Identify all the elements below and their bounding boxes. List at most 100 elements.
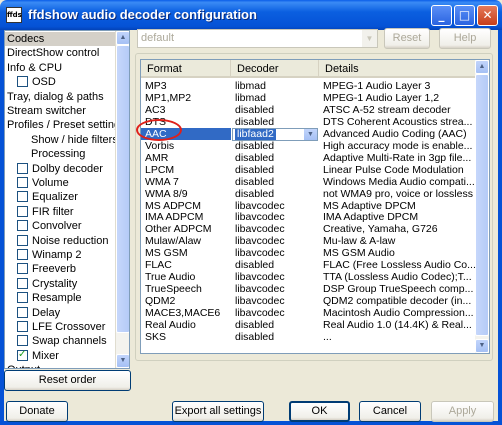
tree-item[interactable]: Tray, dialog & paths (5, 90, 116, 104)
table-row[interactable]: MACE3,MACE6 libavcodec Macintosh Audio Com… (141, 307, 476, 319)
checkbox[interactable] (17, 335, 28, 347)
tree-item[interactable]: Output (5, 363, 116, 368)
maximize-button[interactable]: □ (454, 5, 475, 26)
tree-item-label: Noise reduction (32, 234, 109, 247)
table-row[interactable]: WMA 7 disabled Windows Media Audio compati… (141, 176, 476, 188)
checkbox[interactable] (17, 220, 28, 232)
checkbox[interactable] (17, 321, 28, 332)
table-row[interactable]: MP1,MP2 libmad MPEG-1 Audio Layer 1,2 (141, 92, 476, 104)
export-settings-button[interactable]: Export all settings (172, 401, 264, 422)
tree-item-label: Dolby decoder (32, 162, 103, 175)
table-row[interactable]: Real Audio disabled Real Audio 1.0 (14.4K)… (141, 319, 476, 331)
tree-item[interactable]: DirectShow control (5, 46, 116, 60)
header-details[interactable]: Details (319, 60, 476, 78)
table-row[interactable]: Vorbis disabled High accuracy mode is enab… (141, 140, 476, 152)
table-row[interactable]: MP3 libmad MPEG-1 Audio Layer 3 (141, 80, 476, 92)
table-row[interactable]: DTS disabled DTS Coherent Acoustics strea.… (141, 116, 476, 128)
preset-value: default (141, 32, 175, 44)
table-row[interactable]: TrueSpeech libavcodec DSP Group TrueSpeech… (141, 283, 476, 295)
donate-button[interactable]: Donate (6, 401, 68, 422)
reset-order-button[interactable]: Reset order (4, 370, 131, 391)
table-row[interactable]: Mulaw/Alaw libavcodec Mu-law & A-law (141, 235, 476, 247)
tree-item-label: DirectShow control (7, 47, 100, 60)
table-row[interactable]: True Audio libavcodec TTA (Lossless Audio … (141, 271, 476, 283)
tree-item[interactable]: Swap channels (5, 334, 116, 348)
tree-item[interactable]: Resample (5, 291, 116, 305)
chevron-down-icon[interactable]: ▼ (362, 30, 377, 47)
tree-item[interactable]: Show / hide filters (5, 133, 118, 147)
checkbox[interactable] (17, 191, 28, 203)
table-row[interactable]: QDM2 libavcodec QDM2 compatible decoder (i… (141, 295, 476, 307)
cell-format: MP1,MP2 (145, 91, 192, 104)
checkbox[interactable] (17, 263, 28, 275)
tree-scroll-thumb[interactable] (116, 45, 129, 333)
settings-tree[interactable]: Codecs DirectShow control Info & CPU OSD Tra… (4, 30, 130, 369)
tree-item[interactable]: Equalizer (5, 190, 116, 204)
tree-item-label: Processing (31, 148, 86, 161)
tree-item[interactable]: Dolby decoder (5, 162, 116, 176)
ok-button[interactable]: OK (289, 401, 350, 422)
checkbox[interactable] (17, 306, 28, 318)
tree-item[interactable]: Noise reduction (5, 234, 116, 248)
table-row[interactable]: SKS disabled... (141, 331, 476, 343)
chevron-down-icon[interactable]: ▼ (304, 128, 317, 140)
table-scroll-thumb[interactable] (475, 74, 489, 336)
checkbox[interactable] (17, 348, 28, 362)
table-row[interactable]: AAC libfaad2 ▼ Advanced Audio Coding (AAC) (141, 127, 476, 141)
preset-dropdown[interactable]: default ▼ (137, 29, 378, 48)
checkbox[interactable] (17, 177, 28, 188)
tree-item[interactable]: Delay (5, 306, 116, 320)
cell-decoder: disabled (235, 259, 275, 272)
apply-button[interactable]: Apply (431, 401, 494, 422)
tree-item[interactable]: Freeverb (5, 262, 116, 276)
cell-format: True Audio (145, 271, 196, 284)
scroll-down-icon[interactable]: ▼ (475, 339, 489, 353)
codecs-table[interactable]: Format Decoder Details MP3 libmad MPEG-1 A… (140, 59, 490, 354)
checkbox[interactable] (17, 277, 28, 289)
table-row[interactable]: AC3 disabled ATSC A-52 stream decoder (141, 104, 476, 116)
header-format[interactable]: Format (141, 60, 231, 78)
table-row[interactable]: AMR disabled Adaptive Multi-Rate in 3gp fi… (141, 152, 476, 164)
cell-format: QDM2 (145, 295, 176, 308)
tree-item[interactable]: Info & CPU (5, 61, 116, 75)
minimize-button[interactable]: _ (431, 5, 452, 26)
tree-item[interactable]: Processing (5, 147, 116, 161)
table-row[interactable]: LPCM disabled Linear Pulse Code Modulation (141, 164, 476, 176)
tree-item[interactable]: Volume (5, 176, 116, 190)
table-row[interactable]: MS ADPCM libavcodec MS Adaptive DPCM (141, 200, 476, 212)
table-row[interactable]: MS GSM libavcodec MS GSM Audio (141, 247, 476, 259)
tree-item[interactable]: Crystality (5, 277, 116, 291)
table-scrollbar[interactable]: ▲ ▼ (475, 60, 489, 353)
scroll-up-icon[interactable]: ▲ (116, 31, 129, 45)
tree-item[interactable]: FIR filter (5, 205, 116, 219)
reset-button[interactable]: Reset (384, 28, 430, 49)
checkbox[interactable] (17, 205, 28, 217)
help-button[interactable]: Help (439, 28, 491, 49)
table-row[interactable]: Other ADPCM libavcodec Creative, Yamaha, G… (141, 223, 476, 235)
checkbox[interactable] (17, 234, 28, 246)
cell-decoder: libavcodec (235, 295, 285, 308)
tree-item[interactable]: Codecs (5, 32, 116, 46)
tree-item[interactable]: LFE Crossover (5, 320, 116, 334)
tree-scrollbar[interactable]: ▲ ▼ (115, 31, 129, 368)
tree-item[interactable]: Profiles / Preset settings (5, 118, 126, 132)
scroll-up-icon[interactable]: ▲ (475, 60, 489, 74)
tree-item[interactable]: Mixer (5, 348, 116, 363)
checkbox[interactable] (17, 292, 28, 304)
checkbox[interactable] (17, 76, 28, 88)
title-bar[interactable]: ffds ffdshow audio decoder configuration… (0, 0, 502, 30)
tree-item[interactable]: OSD (5, 75, 116, 89)
close-button[interactable]: ✕ (477, 5, 498, 26)
table-row[interactable]: WMA 8/9 disabled not WMA9 pro, voice or lo… (141, 188, 476, 200)
tree-item[interactable]: Convolver (5, 219, 116, 233)
tree-item[interactable]: Stream switcher (5, 104, 116, 118)
cancel-button[interactable]: Cancel (359, 401, 421, 422)
checkbox[interactable] (17, 249, 28, 260)
tree-item[interactable]: Winamp 2 (5, 248, 116, 262)
cell-format: MS ADPCM (145, 199, 202, 212)
table-row[interactable]: IMA ADPCM libavcodec IMA Adaptive DPCM (141, 211, 476, 223)
header-decoder[interactable]: Decoder (231, 60, 319, 78)
scroll-down-icon[interactable]: ▼ (116, 354, 129, 368)
table-row[interactable]: FLAC disabled FLAC (Free Lossless Audio Co… (141, 259, 476, 271)
checkbox[interactable] (17, 162, 28, 174)
